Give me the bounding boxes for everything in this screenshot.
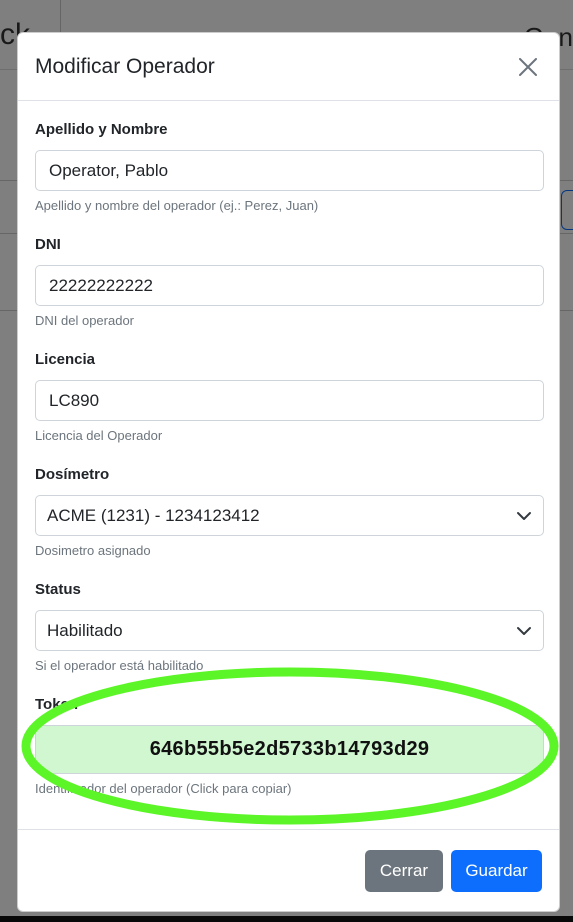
field-licencia: Licencia LC890 Licencia del Operador [35,351,544,445]
field-status: Status Habilitado Si el operador está ha… [35,581,544,675]
help-text: Si el operador está habilitado [35,658,204,673]
help-text: Licencia del Operador [35,428,163,443]
field-label: Licencia [35,351,96,368]
close-button[interactable] [513,52,543,82]
help-text: DNI del operador [35,313,134,328]
modify-operator-modal: Modificar Operador Apellido y Nombre Ope… [17,32,560,912]
input-value: LC890 [49,390,100,410]
field-dosimetro: Dosímetro ACME (1231) - 1234123412 Dosim… [35,466,544,560]
token-value: 646b55b5e2d5733b14793d29 [149,738,430,760]
status-select[interactable]: Habilitado [35,610,544,651]
field-label: DNI [35,236,61,253]
select-value: Habilitado [47,620,123,640]
modal-header: Modificar Operador [18,33,559,101]
field-label: Token [35,696,79,713]
modal-footer: Cerrar Guardar [18,829,559,911]
field-label: Dosímetro [35,466,110,483]
input-value: Operator, Pablo [49,160,169,180]
nombre-input[interactable]: Operator, Pablo [35,150,544,191]
token-copy-field[interactable]: 646b55b5e2d5733b14793d29 [35,725,544,774]
field-nombre: Apellido y Nombre Operator, Pablo Apelli… [35,121,544,215]
modal-body: Apellido y Nombre Operator, Pablo Apelli… [18,101,559,798]
dni-input[interactable]: 22222222222 [35,265,544,306]
licencia-input[interactable]: LC890 [35,380,544,421]
close-icon [519,57,537,76]
select-value: ACME (1231) - 1234123412 [47,505,260,525]
help-text: Apellido y nombre del operador (ej.: Per… [35,198,319,213]
field-label: Status [35,581,81,598]
dosimetro-select[interactable]: ACME (1231) - 1234123412 [35,495,544,536]
input-value: 22222222222 [49,275,154,295]
help-text: Identificador del operador (Click para c… [35,781,292,796]
field-token: Token 646b55b5e2d5733b14793d29 Identific… [35,696,544,798]
cerrar-button[interactable]: Cerrar [365,849,443,892]
chevron-down-icon [517,511,531,520]
field-dni: DNI 22222222222 DNI del operador [35,236,544,330]
help-text: Dosimetro asignado [35,543,151,558]
guardar-button[interactable]: Guardar [451,849,542,892]
field-label: Apellido y Nombre [35,121,168,138]
chevron-down-icon [517,626,531,635]
modal-title: Modificar Operador [35,54,215,78]
